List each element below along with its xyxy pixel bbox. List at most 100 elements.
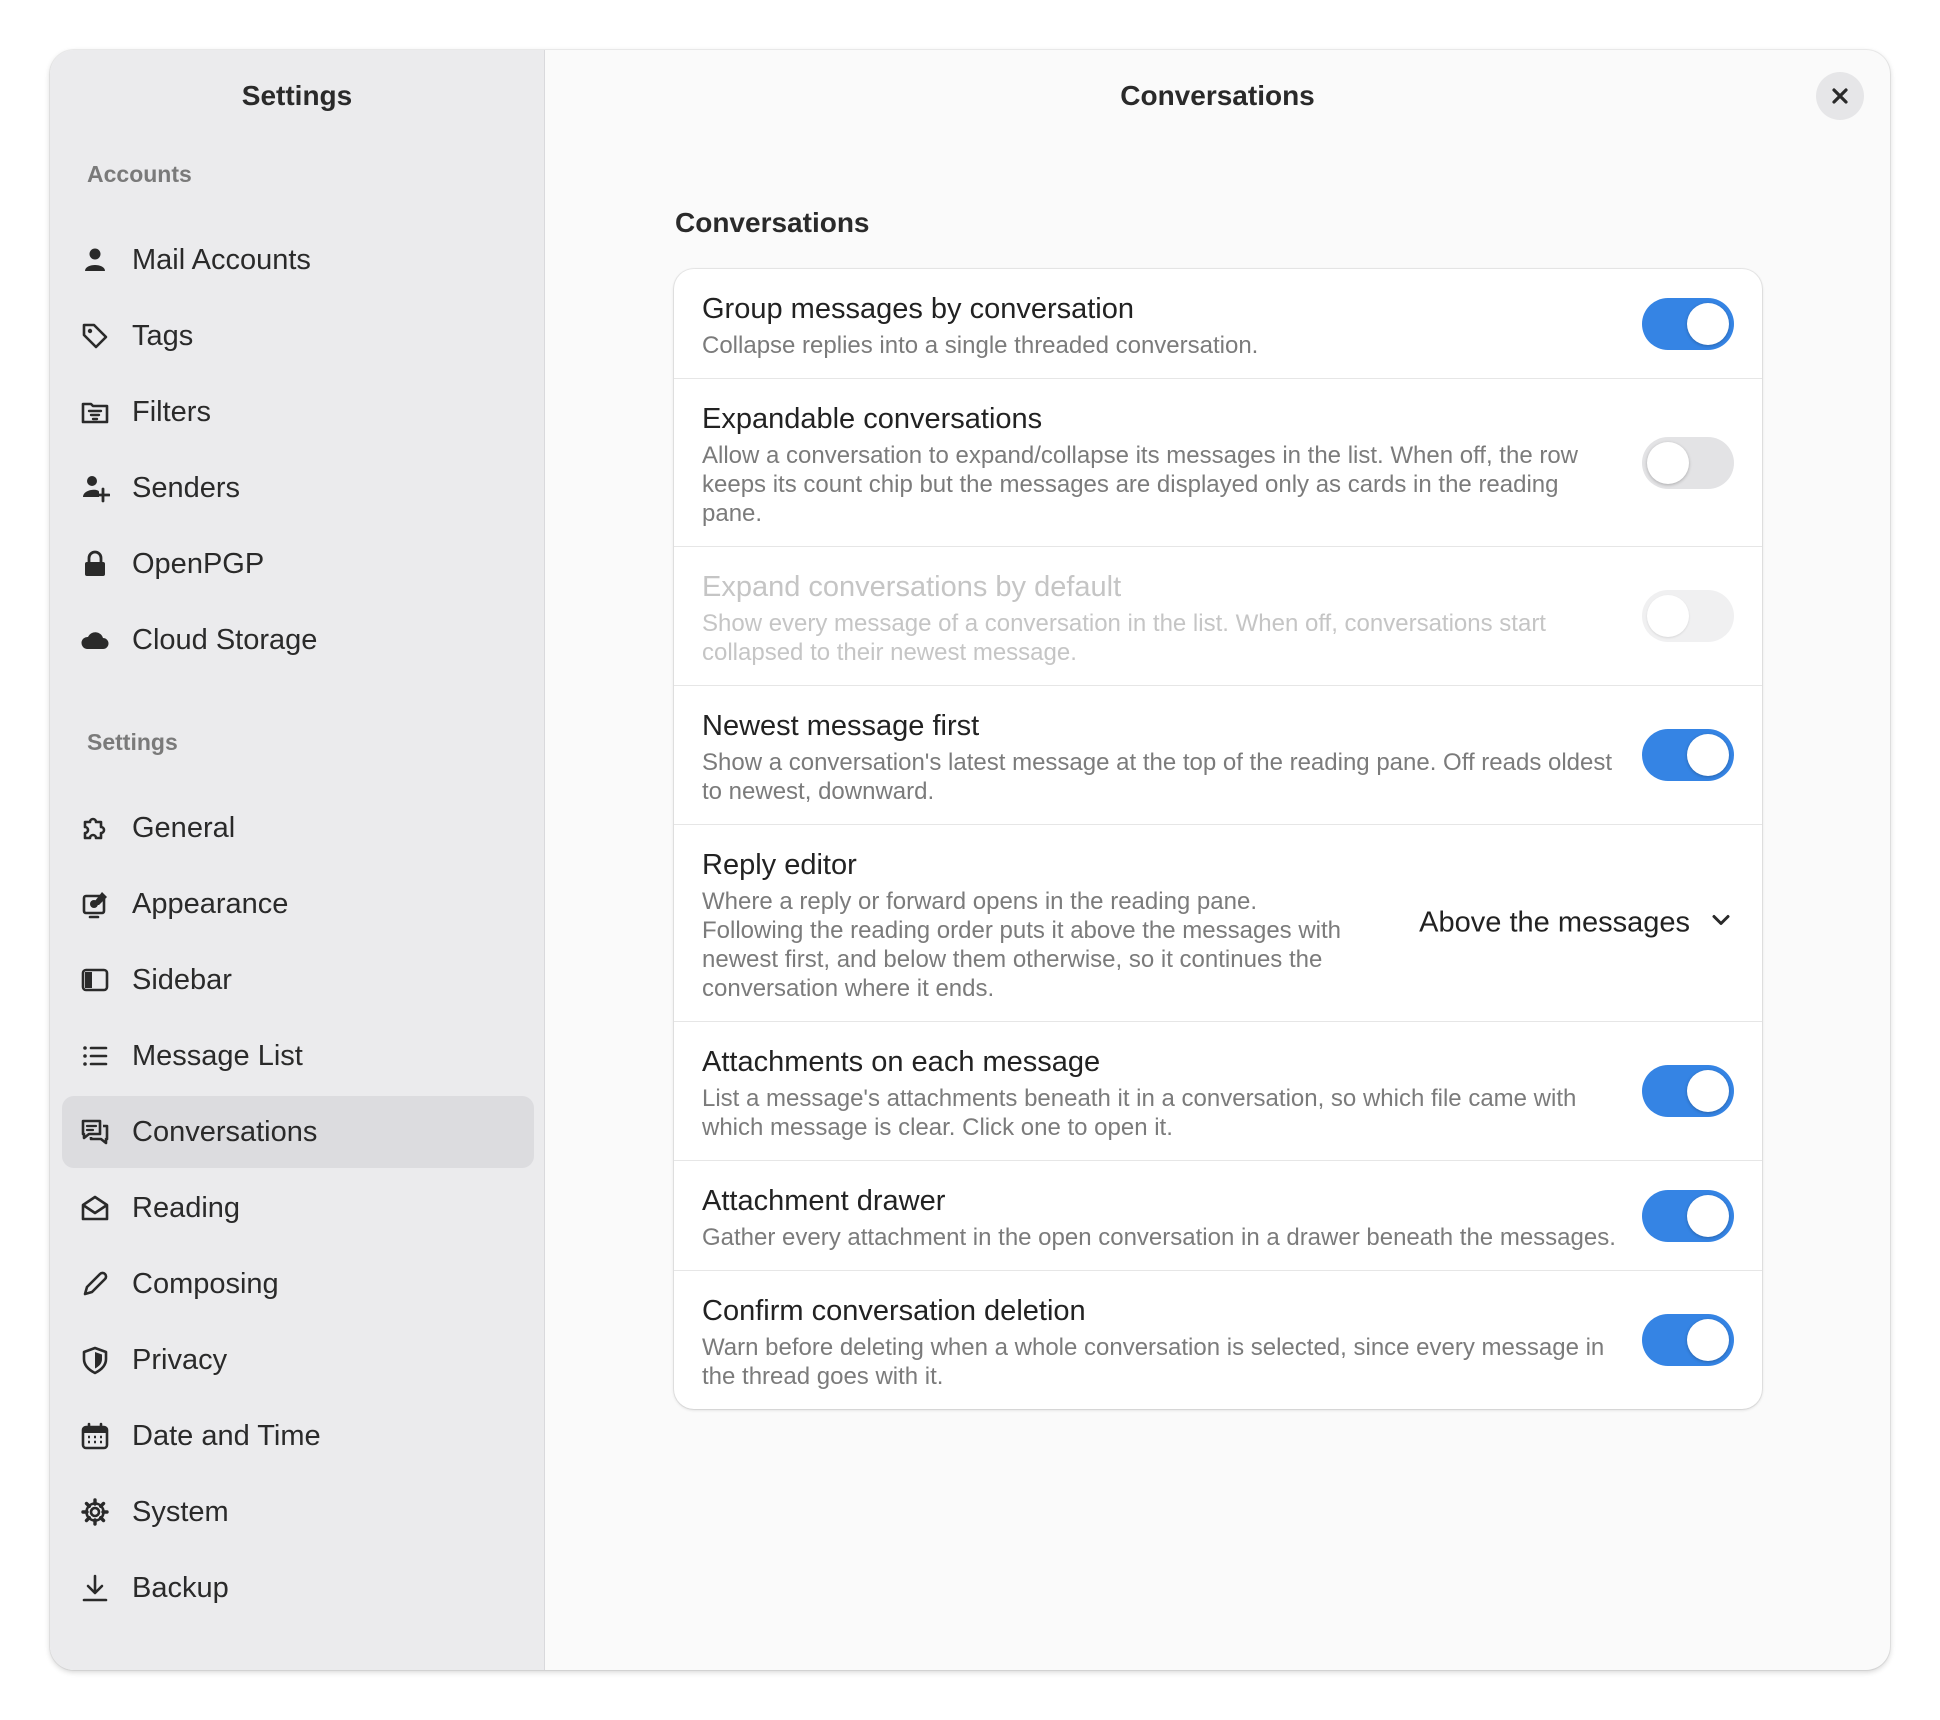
settings-row[interactable]: Newest message first Show a conversation'… xyxy=(674,686,1762,825)
row-title: Reply editor xyxy=(702,849,857,881)
sidebar-title: Settings xyxy=(241,80,353,111)
switch-knob xyxy=(1687,1070,1729,1112)
sidebar-item-label: Composing xyxy=(132,1267,279,1300)
settings-row[interactable]: Group messages by conversation Collapse r… xyxy=(674,269,1762,379)
row-subtitle: Collapse replies into a single threaded … xyxy=(702,332,1259,359)
sidebar-item-senders[interactable]: Senders xyxy=(62,452,534,524)
row-subtitle: List a message's attachments beneath it … xyxy=(702,1085,1577,1141)
toggle-switch[interactable] xyxy=(1642,1065,1734,1117)
sidebar-item-label: System xyxy=(132,1495,229,1528)
sidebar-item-filters[interactable]: Filters xyxy=(62,376,534,448)
sidebar-item-mail-accounts[interactable]: Mail Accounts xyxy=(62,224,534,296)
toggle-switch[interactable] xyxy=(1642,729,1734,781)
switch-knob xyxy=(1647,441,1689,484)
download-icon xyxy=(78,1571,112,1605)
sidebar-item-label: Cloud Storage xyxy=(132,623,318,656)
envelope-open-icon xyxy=(78,1191,112,1225)
sidebar-item-label: Appearance xyxy=(132,887,289,920)
sidebar-item-general[interactable]: General xyxy=(62,792,534,864)
sidebar-item-label: Senders xyxy=(132,471,241,504)
sidebar-item-label: Privacy xyxy=(132,1343,228,1376)
sidebar-item-privacy[interactable]: Privacy xyxy=(62,1324,534,1396)
row-title: Attachment drawer xyxy=(702,1185,946,1217)
sidebar-item-cloud-storage[interactable]: Cloud Storage xyxy=(62,604,534,676)
settings-row[interactable]: Expandable conversations Allow a conversa… xyxy=(674,379,1762,547)
sidebar-item-label: Mail Accounts xyxy=(132,243,311,276)
lock-icon xyxy=(78,547,112,581)
row-subtitle: Warn before deleting when a whole conver… xyxy=(702,1334,1605,1390)
sidebar-item-label: Backup xyxy=(132,1571,229,1604)
switch-knob xyxy=(1647,595,1689,637)
sidebar-item-label: General xyxy=(132,811,236,844)
main-pane: Conversations Conversations Group messag… xyxy=(545,50,1890,1670)
row-subtitle: Allow a conversation to expand/collapse … xyxy=(702,442,1579,527)
calendar-icon xyxy=(78,1419,112,1453)
list-icon xyxy=(78,1039,112,1073)
sidebar-item-message-list[interactable]: Message List xyxy=(62,1020,534,1092)
sidebar-item-label: Date and Time xyxy=(132,1419,321,1452)
row-subtitle: Where a reply or forward opens in the re… xyxy=(702,888,1342,1002)
sidebar-item-label: Filters xyxy=(132,395,211,428)
row-subtitle: Show every message of a conversation in … xyxy=(702,610,1546,666)
sidebar-section-heading: Accounts xyxy=(87,161,192,187)
sidebar-item-conversations[interactable]: Conversations xyxy=(62,1096,534,1168)
toggle-switch[interactable] xyxy=(1642,436,1734,489)
sidebar-icon xyxy=(78,963,112,997)
sidebar-item-label: OpenPGP xyxy=(132,547,265,580)
dropdown-value: Above the messages xyxy=(1419,906,1690,939)
row-subtitle: Gather every attachment in the open conv… xyxy=(702,1224,1616,1251)
page-title: Conversations xyxy=(1120,80,1315,111)
row-title: Attachments on each message xyxy=(702,1046,1101,1078)
pencil-icon xyxy=(78,1267,112,1301)
settings-row[interactable]: Confirm conversation deletion Warn before… xyxy=(674,1271,1762,1409)
sidebar-item-system[interactable]: System xyxy=(62,1476,534,1548)
sidebar: Settings Accounts Mail Accounts Tags Filter… xyxy=(50,50,545,1670)
sidebar-item-appearance[interactable]: Appearance xyxy=(62,868,534,940)
sidebar-item-tags[interactable]: Tags xyxy=(62,300,534,372)
cloud-icon xyxy=(78,623,112,657)
sidebar-item-label: Reading xyxy=(132,1191,241,1224)
tag-icon xyxy=(78,319,112,353)
sidebar-section-heading: Settings xyxy=(87,729,178,755)
sidebar-item-label: Message List xyxy=(132,1039,303,1072)
settings-card: Group messages by conversation Collapse r… xyxy=(674,269,1762,1409)
gear-icon xyxy=(78,1495,112,1529)
switch-knob xyxy=(1687,734,1729,776)
row-title: Group messages by conversation xyxy=(702,293,1134,325)
person-add-icon xyxy=(78,471,112,505)
settings-row[interactable]: Attachment drawer Gather every attachment… xyxy=(674,1161,1762,1271)
toggle-switch[interactable] xyxy=(1642,297,1734,350)
toggle-switch[interactable] xyxy=(1642,1314,1734,1366)
row-title: Newest message first xyxy=(702,710,980,742)
close-icon xyxy=(1832,88,1848,104)
sidebar-item-backup[interactable]: Backup xyxy=(62,1552,534,1624)
sidebar-item-date-and-time[interactable]: Date and Time xyxy=(62,1400,534,1472)
row-title: Expand conversations by default xyxy=(702,571,1122,603)
toggle-switch[interactable] xyxy=(1642,1189,1734,1242)
settings-row: Expand conversations by default Show ever… xyxy=(674,547,1762,686)
appearance-icon xyxy=(78,887,112,921)
reply-editor-dropdown[interactable]: Above the messages xyxy=(1419,907,1734,940)
row-title: Expandable conversations xyxy=(702,403,1043,435)
chat-icon xyxy=(78,1115,112,1149)
sidebar-item-openpgp[interactable]: OpenPGP xyxy=(62,528,534,600)
row-title: Confirm conversation deletion xyxy=(702,1295,1086,1327)
settings-row[interactable]: Reply editor Where a reply or forward ope… xyxy=(674,825,1762,1022)
switch-knob xyxy=(1687,302,1729,345)
chevron-down-icon xyxy=(1690,908,1734,939)
person-icon xyxy=(78,243,112,277)
close-button[interactable] xyxy=(1816,72,1864,120)
shield-icon xyxy=(78,1343,112,1377)
settings-window: Settings Accounts Mail Accounts Tags Filter… xyxy=(50,50,1890,1670)
sidebar-item-reading[interactable]: Reading xyxy=(62,1172,534,1244)
settings-row[interactable]: Attachments on each message List a messag… xyxy=(674,1022,1762,1161)
switch-knob xyxy=(1687,1194,1729,1237)
sidebar-item-sidebar[interactable]: Sidebar xyxy=(62,944,534,1016)
sidebar-item-label: Tags xyxy=(132,319,194,352)
group-title: Conversations xyxy=(675,207,870,238)
filter-icon xyxy=(78,395,112,429)
sidebar-item-label: Conversations xyxy=(132,1115,318,1148)
row-subtitle: Show a conversation's latest message at … xyxy=(702,749,1613,805)
puzzle-icon xyxy=(78,811,112,845)
sidebar-item-composing[interactable]: Composing xyxy=(62,1248,534,1320)
